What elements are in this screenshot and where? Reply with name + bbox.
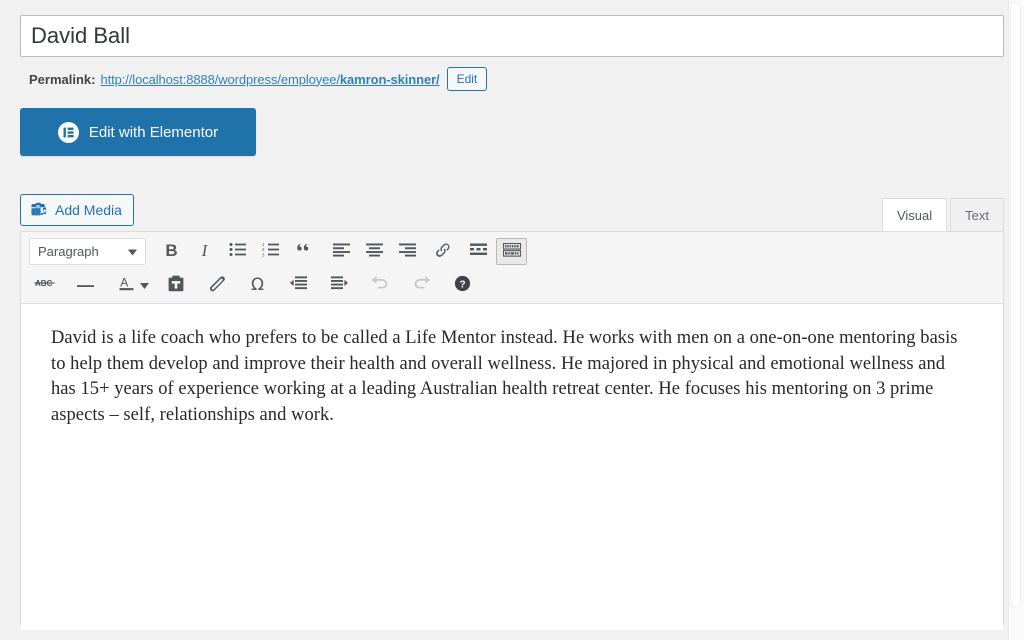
- italic-button[interactable]: I: [189, 238, 220, 265]
- tab-text[interactable]: Text: [950, 198, 1004, 231]
- wordpress-post-editor: Permalink: http://localhost:8888/wordpre…: [0, 0, 1024, 640]
- svg-text:3: 3: [262, 252, 265, 257]
- permalink-url-base: http://localhost:8888/wordpress/employee…: [100, 71, 340, 87]
- post-title-input[interactable]: [20, 15, 1004, 57]
- align-left-button[interactable]: [326, 238, 357, 265]
- elementor-logo-icon: [57, 121, 79, 143]
- paste-as-text-icon: [168, 275, 184, 295]
- chevron-down-icon[interactable]: [140, 276, 149, 294]
- text-color-button[interactable]: A: [111, 271, 142, 298]
- editor-mode-tabs: Visual Text: [881, 198, 1004, 231]
- edit-with-elementor-label: Edit with Elementor: [88, 123, 219, 141]
- redo-icon: [412, 275, 431, 294]
- permalink-row: Permalink: http://localhost:8888/wordpre…: [29, 66, 488, 92]
- editor-paragraph: David is a life coach who prefers to be …: [51, 328, 958, 425]
- numbered-list-button[interactable]: 1 2 3: [255, 238, 286, 265]
- horizontal-line-button[interactable]: [70, 271, 101, 298]
- classic-editor-container: Paragraph B I 1 2 3 ABC A Ω ? David is a…: [20, 231, 1004, 630]
- toolbar-row-1: Paragraph B I 1 2 3: [21, 234, 1003, 268]
- editor-content-area[interactable]: David is a life coach who prefers to be …: [21, 304, 1003, 630]
- paragraph-format-value: Paragraph: [38, 243, 99, 259]
- indent-icon: [331, 276, 348, 293]
- link-icon: [434, 241, 452, 262]
- increase-indent-button[interactable]: [324, 271, 355, 298]
- add-media-button[interactable]: Add Media: [20, 194, 134, 226]
- decrease-indent-button[interactable]: [283, 271, 314, 298]
- text-color-icon: A: [118, 275, 135, 295]
- undo-button[interactable]: [365, 271, 396, 298]
- text-color-control[interactable]: A: [110, 271, 151, 298]
- omega-icon: Ω: [251, 274, 264, 295]
- page-scrollbar[interactable]: [1008, 0, 1024, 640]
- tab-visual[interactable]: Visual: [881, 198, 948, 231]
- italic-icon: I: [201, 241, 208, 260]
- strikethrough-button[interactable]: ABC: [29, 271, 60, 298]
- toolbar-toggle-button[interactable]: [496, 237, 527, 265]
- blockquote-icon: [297, 242, 315, 260]
- permalink-link[interactable]: http://localhost:8888/wordpress/employee…: [100, 72, 439, 87]
- read-more-button[interactable]: [463, 238, 494, 265]
- outdent-icon: [290, 276, 307, 293]
- paste-as-text-button[interactable]: [160, 271, 191, 298]
- edit-permalink-button[interactable]: Edit: [446, 67, 488, 91]
- toolbar-row-2: ABC A Ω ?: [21, 268, 1003, 301]
- add-media-label: Add Media: [55, 202, 122, 218]
- undo-icon: [371, 275, 390, 294]
- bulleted-list-icon: [229, 242, 246, 260]
- redo-button[interactable]: [406, 271, 437, 298]
- special-character-button[interactable]: Ω: [242, 271, 273, 298]
- numbered-list-icon: 1 2 3: [262, 242, 279, 260]
- bulleted-list-button[interactable]: [222, 238, 253, 265]
- strikethrough-icon: ABC: [34, 277, 56, 292]
- bold-button[interactable]: B: [156, 238, 187, 265]
- svg-text:?: ?: [459, 279, 465, 290]
- read-more-icon: [470, 243, 487, 259]
- horizontal-rule-icon: [77, 277, 94, 292]
- align-left-icon: [333, 243, 350, 260]
- keyboard-shortcuts-button[interactable]: ?: [447, 271, 478, 298]
- toolbar-toggle-icon: [502, 242, 521, 260]
- editor-toolbar: Paragraph B I 1 2 3 ABC A Ω ?: [21, 232, 1003, 304]
- post-title-wrapper: [20, 15, 1004, 57]
- permalink-label: Permalink:: [29, 71, 96, 87]
- chevron-down-icon: [128, 244, 137, 259]
- eraser-icon: [208, 275, 225, 295]
- bold-icon: B: [165, 241, 178, 260]
- insert-link-button[interactable]: [425, 238, 461, 265]
- blockquote-button[interactable]: [288, 238, 324, 265]
- align-center-button[interactable]: [359, 238, 390, 265]
- edit-with-elementor-button[interactable]: Edit with Elementor: [20, 108, 256, 156]
- paragraph-format-select[interactable]: Paragraph: [29, 237, 146, 265]
- permalink-slug: kamron-skinner/: [339, 71, 440, 87]
- help-icon: ?: [454, 275, 471, 295]
- align-right-icon: [399, 243, 416, 260]
- align-center-icon: [366, 243, 383, 260]
- align-right-button[interactable]: [392, 238, 423, 265]
- clear-formatting-button[interactable]: [201, 271, 232, 298]
- svg-text:A: A: [120, 275, 128, 289]
- page-scrollbar-thumb[interactable]: [1010, 2, 1021, 608]
- media-icon: [30, 200, 48, 221]
